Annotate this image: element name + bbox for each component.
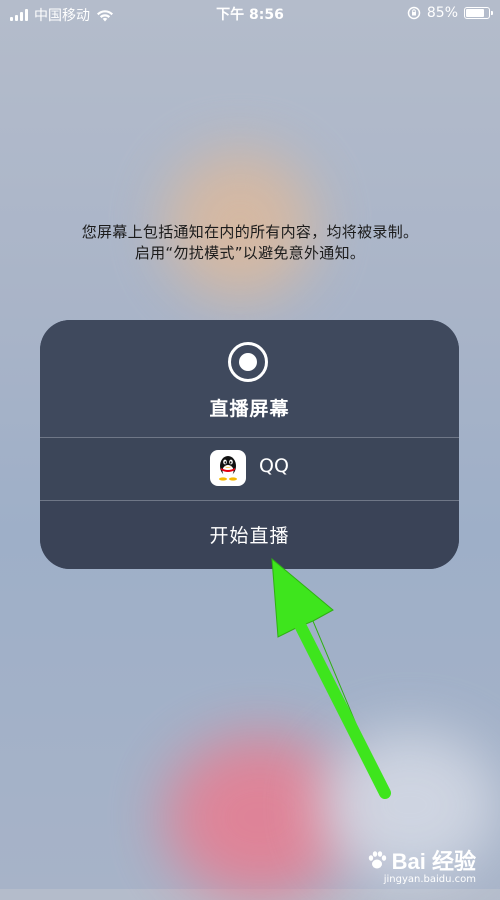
baidu-jingyan-watermark: Bai 经验 jingyan.baidu.com [366, 844, 476, 885]
watermark-url: jingyan.baidu.com [383, 874, 476, 885]
annotation-arrow [271, 557, 391, 799]
paw-icon [368, 851, 386, 869]
watermark-logo-text: Bai 经验 [391, 849, 476, 874]
watermark-logo: Bai 经验 [366, 844, 476, 876]
